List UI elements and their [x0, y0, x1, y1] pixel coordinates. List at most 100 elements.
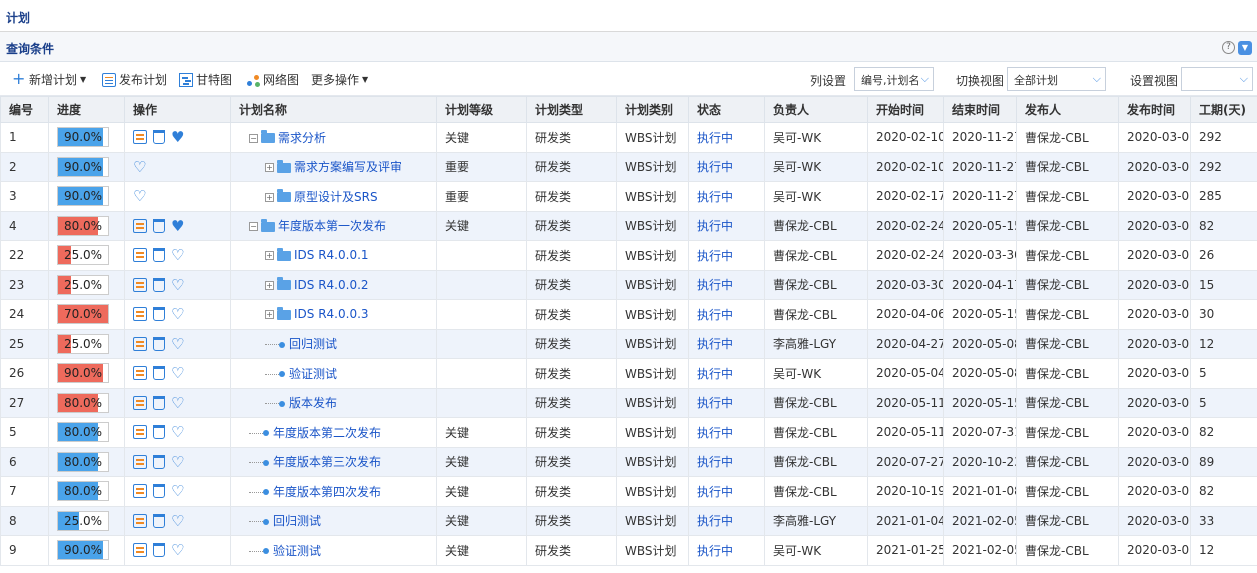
table-row[interactable]: 24 70.0% ♡ + IDS R4.0.0.3 研发类 WBS计划 执行中 曹保龙-CBL 2…	[0, 299, 1257, 330]
delete-icon[interactable]	[153, 366, 165, 381]
heart-outline-icon[interactable]: ♡	[171, 336, 184, 351]
heart-outline-icon[interactable]: ♡	[171, 248, 184, 263]
help-icon[interactable]: ?	[1222, 41, 1235, 54]
cell-plan-name[interactable]: + 原型设计及SRS	[230, 181, 437, 212]
plan-name-link[interactable]: 年度版本第一次发布	[278, 219, 386, 233]
col-header[interactable]: 计划类型	[526, 96, 617, 123]
plan-name-link[interactable]: 年度版本第二次发布	[273, 426, 381, 440]
network-diagram-button[interactable]: 网络图	[246, 71, 299, 88]
delete-icon[interactable]	[153, 395, 165, 410]
cell-plan-name[interactable]: + IDS R4.0.0.2	[230, 269, 437, 300]
heart-outline-icon[interactable]: ♡	[171, 454, 184, 469]
edit-icon[interactable]	[133, 336, 147, 351]
cell-plan-name[interactable]: + IDS R4.0.0.3	[230, 299, 437, 330]
cell-plan-name[interactable]: 版本发布	[230, 387, 437, 418]
plan-name-link[interactable]: 原型设计及SRS	[294, 190, 378, 204]
delete-icon[interactable]	[153, 277, 165, 292]
col-header[interactable]: 计划名称	[230, 96, 437, 123]
plan-name-link[interactable]: 回归测试	[273, 514, 321, 528]
more-operations-button[interactable]: 更多操作 ▼	[311, 71, 368, 88]
heart-outline-icon[interactable]: ♡	[171, 484, 184, 499]
heart-outline-icon[interactable]: ♡	[171, 513, 184, 528]
cell-plan-name[interactable]: 回归测试	[230, 505, 437, 536]
heart-filled-icon[interactable]: ♥	[171, 130, 184, 145]
plan-name-link[interactable]: 年度版本第四次发布	[273, 485, 381, 499]
tree-expander-icon[interactable]: −	[249, 222, 258, 232]
plan-name-link[interactable]: 需求方案编写及评审	[294, 160, 402, 174]
col-header[interactable]: 计划类别	[616, 96, 689, 123]
cell-plan-name[interactable]: − 年度版本第一次发布	[230, 210, 437, 241]
cell-plan-name[interactable]: 验证测试	[230, 535, 437, 566]
col-header[interactable]: 工期(天)	[1190, 96, 1257, 123]
tree-expander-icon[interactable]: +	[265, 163, 274, 173]
plan-name-link[interactable]: 验证测试	[289, 367, 337, 381]
table-row[interactable]: 25 25.0% ♡ 回归测试 研发类 WBS计划 执行中 李高雅-LGY 2020-04-27…	[0, 328, 1257, 359]
column-settings-select[interactable]: 编号,计划名 ⌵	[854, 67, 934, 91]
delete-icon[interactable]	[153, 218, 165, 233]
tree-expander-icon[interactable]: +	[265, 310, 274, 320]
col-header[interactable]: 编号	[0, 96, 49, 123]
table-row[interactable]: 7 80.0% ♡ 年度版本第四次发布 关键 研发类 WBS计划 执行中 曹保龙-CBL 2020…	[0, 476, 1257, 507]
heart-outline-icon[interactable]: ♡	[171, 425, 184, 440]
tree-expander-icon[interactable]: +	[265, 192, 274, 202]
heart-outline-icon[interactable]: ♡	[171, 366, 184, 381]
edit-icon[interactable]	[133, 513, 147, 528]
edit-icon[interactable]	[133, 130, 147, 145]
edit-icon[interactable]	[133, 543, 147, 558]
tree-expander-icon[interactable]: −	[249, 133, 258, 143]
table-row[interactable]: 27 80.0% ♡ 版本发布 研发类 WBS计划 执行中 曹保龙-CBL 2020-05-11…	[0, 387, 1257, 418]
delete-icon[interactable]	[153, 307, 165, 322]
switch-view-select[interactable]: 全部计划 ⌵	[1007, 67, 1106, 91]
heart-outline-icon[interactable]: ♡	[171, 307, 184, 322]
plan-name-link[interactable]: 回归测试	[289, 337, 337, 351]
publish-plan-button[interactable]: 发布计划	[102, 71, 167, 88]
new-plan-button[interactable]: + 新增计划 ▼	[12, 70, 86, 88]
table-row[interactable]: 2 90.0% ♡ + 需求方案编写及评审 重要 研发类 WBS计划 执行中 吴可-WK 2020-…	[0, 151, 1257, 182]
heart-filled-icon[interactable]: ♥	[171, 218, 184, 233]
plan-name-link[interactable]: 年度版本第三次发布	[273, 455, 381, 469]
cell-plan-name[interactable]: + IDS R4.0.0.1	[230, 240, 437, 271]
table-row[interactable]: 8 25.0% ♡ 回归测试 关键 研发类 WBS计划 执行中 李高雅-LGY 2021-01-0…	[0, 505, 1257, 536]
table-row[interactable]: 22 25.0% ♡ + IDS R4.0.0.1 研发类 WBS计划 执行中 曹保龙-CBL 2…	[0, 240, 1257, 271]
gantt-button[interactable]: 甘特图	[179, 71, 232, 88]
col-header[interactable]: 发布人	[1016, 96, 1119, 123]
col-header[interactable]: 开始时间	[867, 96, 944, 123]
cell-plan-name[interactable]: − 需求分析	[230, 122, 437, 153]
edit-icon[interactable]	[133, 307, 147, 322]
delete-icon[interactable]	[153, 454, 165, 469]
col-header[interactable]: 操作	[124, 96, 231, 123]
cell-plan-name[interactable]: + 需求方案编写及评审	[230, 151, 437, 182]
delete-icon[interactable]	[153, 336, 165, 351]
table-row[interactable]: 9 90.0% ♡ 验证测试 关键 研发类 WBS计划 执行中 吴可-WK 2021-01-25 2…	[0, 535, 1257, 566]
heart-outline-icon[interactable]: ♡	[171, 395, 184, 410]
edit-icon[interactable]	[133, 484, 147, 499]
edit-icon[interactable]	[133, 366, 147, 381]
cell-plan-name[interactable]: 回归测试	[230, 328, 437, 359]
edit-icon[interactable]	[133, 395, 147, 410]
heart-outline-icon[interactable]: ♡	[133, 159, 146, 174]
cell-plan-name[interactable]: 年度版本第四次发布	[230, 476, 437, 507]
edit-icon[interactable]	[133, 218, 147, 233]
plan-name-link[interactable]: 版本发布	[289, 396, 337, 410]
set-view-select[interactable]: ⌵	[1181, 67, 1253, 91]
delete-icon[interactable]	[153, 513, 165, 528]
edit-icon[interactable]	[133, 425, 147, 440]
heart-outline-icon[interactable]: ♡	[171, 277, 184, 292]
col-header[interactable]: 结束时间	[943, 96, 1017, 123]
plan-name-link[interactable]: 需求分析	[278, 131, 326, 145]
table-row[interactable]: 1 90.0% ♥ − 需求分析 关键 研发类 WBS计划 执行中 吴可-WK 2020-02-10…	[0, 122, 1257, 153]
chevron-down-icon[interactable]: ▼	[1238, 41, 1252, 55]
col-header[interactable]: 发布时间	[1118, 96, 1191, 123]
cell-plan-name[interactable]: 年度版本第三次发布	[230, 446, 437, 477]
edit-icon[interactable]	[133, 454, 147, 469]
plan-name-link[interactable]: IDS R4.0.0.2	[294, 278, 369, 292]
col-header[interactable]: 状态	[688, 96, 765, 123]
table-row[interactable]: 5 80.0% ♡ 年度版本第二次发布 关键 研发类 WBS计划 执行中 曹保龙-CBL 2020…	[0, 417, 1257, 448]
tree-expander-icon[interactable]: +	[265, 280, 274, 290]
edit-icon[interactable]	[133, 277, 147, 292]
table-row[interactable]: 3 90.0% ♡ + 原型设计及SRS 重要 研发类 WBS计划 执行中 吴可-WK 2020-0…	[0, 181, 1257, 212]
delete-icon[interactable]	[153, 248, 165, 263]
delete-icon[interactable]	[153, 425, 165, 440]
table-row[interactable]: 26 90.0% ♡ 验证测试 研发类 WBS计划 执行中 吴可-WK 2020-05-04 20…	[0, 358, 1257, 389]
col-header[interactable]: 进度	[48, 96, 125, 123]
